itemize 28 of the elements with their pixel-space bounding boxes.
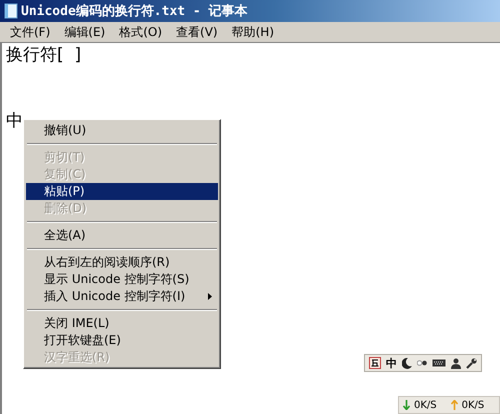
menu-option[interactable]: 打开软键盘(E) [26,332,218,349]
menu-item[interactable]: 查看(V) [170,22,224,42]
menu-option[interactable]: 粘贴(P) [26,183,218,200]
menu-option[interactable]: 显示 Unicode 控制字符(S) [26,271,218,288]
upload-speed: 0K/S [462,400,484,410]
menu-item[interactable]: 文件(F) [4,22,56,42]
text-line: 中 [6,110,23,132]
menu-item[interactable]: 格式(O) [113,22,168,42]
keyboard-icon[interactable] [432,359,446,367]
menu-option[interactable]: 关闭 IME(L) [26,315,218,332]
download-speed: 0K/S [414,400,437,410]
dots-icon[interactable] [417,360,427,366]
menu-item[interactable]: 帮助(H) [226,22,280,42]
text-line: 换行符[ ] [6,44,82,66]
input-mode-toggle[interactable]: 中 [386,356,397,370]
input-method-icon[interactable] [369,357,381,369]
person-icon[interactable] [451,358,461,368]
window-title: Unicode编码的换行符.txt - 记事本 [21,2,248,20]
upload-arrow-icon [450,400,458,410]
menu-option[interactable]: 撤销(U) [26,122,218,139]
menu-option[interactable]: 从右到左的阅读顺序(R) [26,254,218,271]
menu-item[interactable]: 编辑(E) [58,22,112,42]
notepad-icon [4,3,18,19]
wrench-icon[interactable] [466,358,477,368]
download-arrow-icon [403,400,410,410]
menu-option[interactable]: 插入 Unicode 控制字符(I) [26,288,218,305]
menu-option[interactable]: 全选(A) [26,227,218,244]
moon-icon[interactable] [402,358,412,368]
